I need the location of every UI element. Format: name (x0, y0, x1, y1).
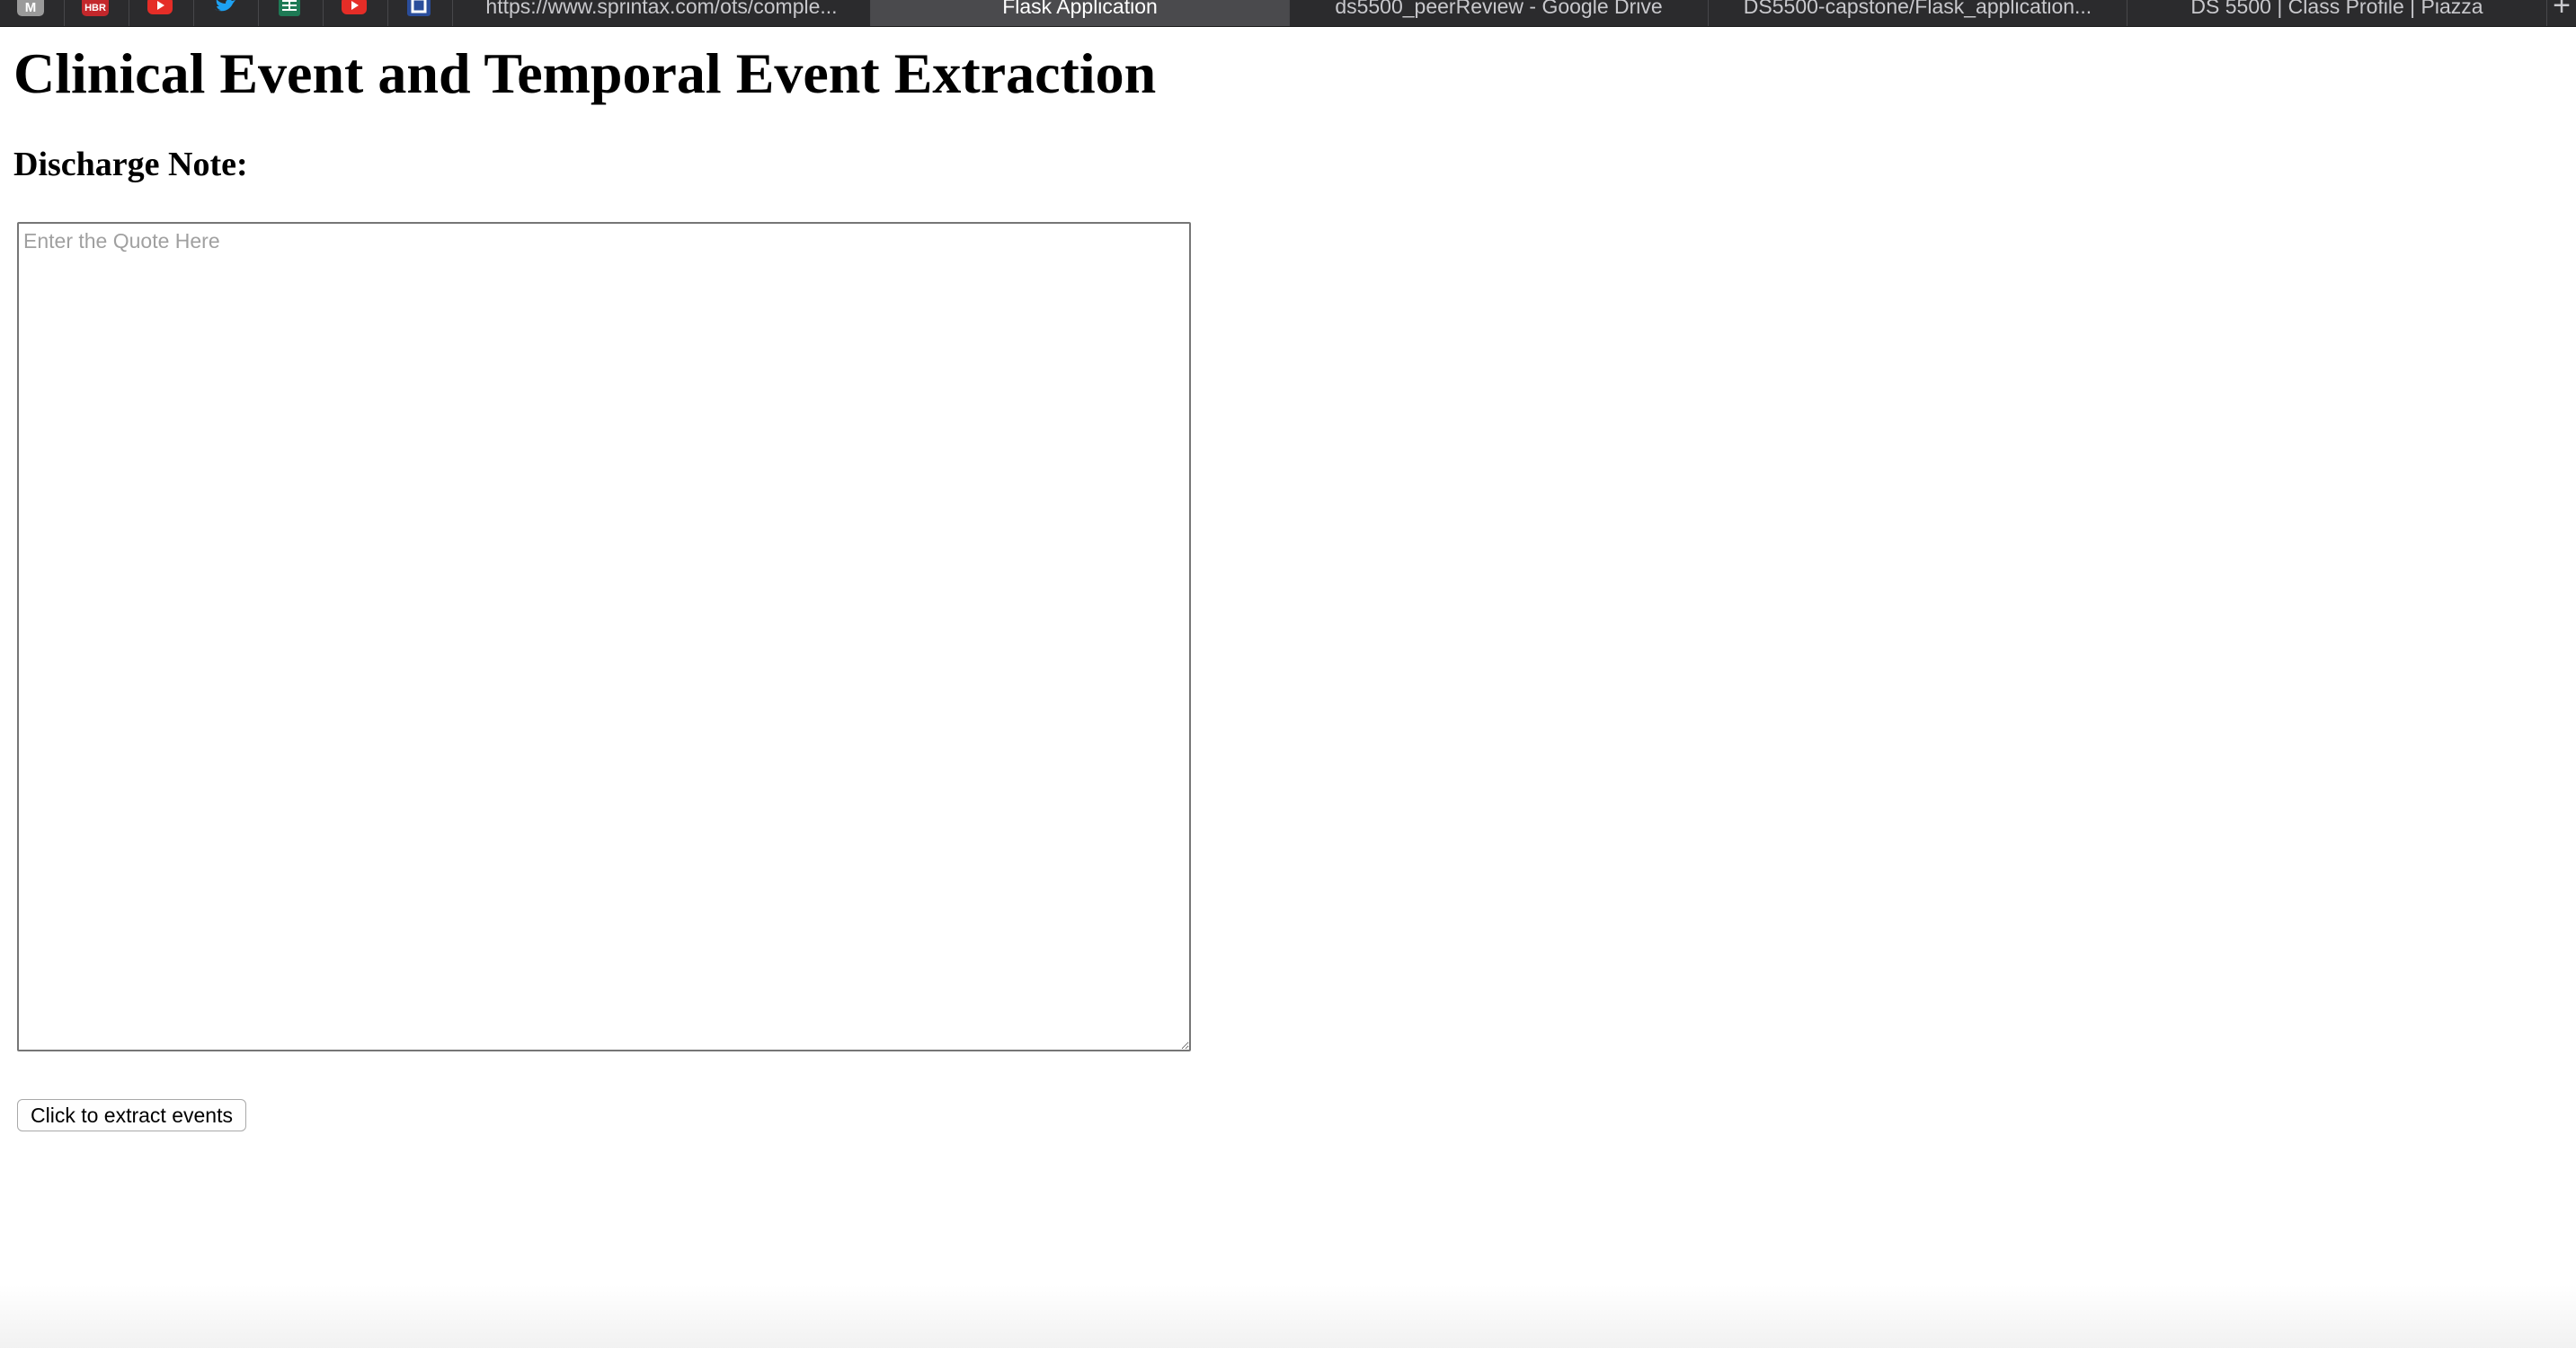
twitter-icon (211, 0, 238, 16)
tab-google-drive[interactable]: ds5500_peerReview - Google Drive (1290, 0, 1709, 26)
pinned-tab-sheets[interactable] (259, 0, 324, 26)
tab-label: ds5500_peerReview - Google Drive (1335, 0, 1663, 18)
tab-piazza[interactable]: DS 5500 | Class Profile | Piazza (2127, 0, 2547, 26)
pinned-tab-gmail[interactable]: M (0, 0, 65, 26)
hbr-icon: HBR (82, 0, 109, 16)
discharge-note-input[interactable] (17, 222, 1191, 1051)
new-tab-button[interactable]: + (2547, 0, 2576, 22)
pinned-tab-hbr[interactable]: HBR (65, 0, 129, 26)
gmail-icon-letter: M (25, 0, 37, 15)
youtube-icon (341, 0, 368, 16)
tab-label: DS5500-capstone/Flask_application... (1743, 0, 2092, 18)
tab-flask-application[interactable]: Flask Application (871, 0, 1290, 26)
tab-sprintax[interactable]: https://www.sprintax.com/ots/comple... (453, 0, 871, 26)
page-title: Clinical Event and Temporal Event Extrac… (13, 41, 1157, 105)
tab-label: https://www.sprintax.com/ots/comple... (485, 0, 838, 18)
extract-events-button[interactable]: Click to extract events (17, 1099, 246, 1131)
app-icon (405, 0, 432, 16)
bottom-shade (0, 1285, 2576, 1348)
browser-tab-bar: M HBR https://www.sprintax.com/ots/compl… (0, 0, 2576, 27)
tab-label: Flask Application (1002, 0, 1158, 18)
pinned-tab-twitter[interactable] (194, 0, 259, 26)
hbr-icon-letters: HBR (84, 3, 106, 13)
discharge-note-label: Discharge Note: (13, 146, 248, 183)
pinned-tab-app[interactable] (388, 0, 453, 26)
tab-label: DS 5500 | Class Profile | Piazza (2190, 0, 2483, 18)
plus-icon: + (2553, 0, 2571, 22)
pinned-tab-youtube[interactable] (129, 0, 194, 26)
tab-github[interactable]: DS5500-capstone/Flask_application... (1709, 0, 2127, 26)
sheets-icon (276, 0, 303, 16)
gmail-icon: M (17, 0, 44, 16)
pinned-tab-youtube-2[interactable] (324, 0, 388, 26)
youtube-icon (147, 0, 173, 16)
